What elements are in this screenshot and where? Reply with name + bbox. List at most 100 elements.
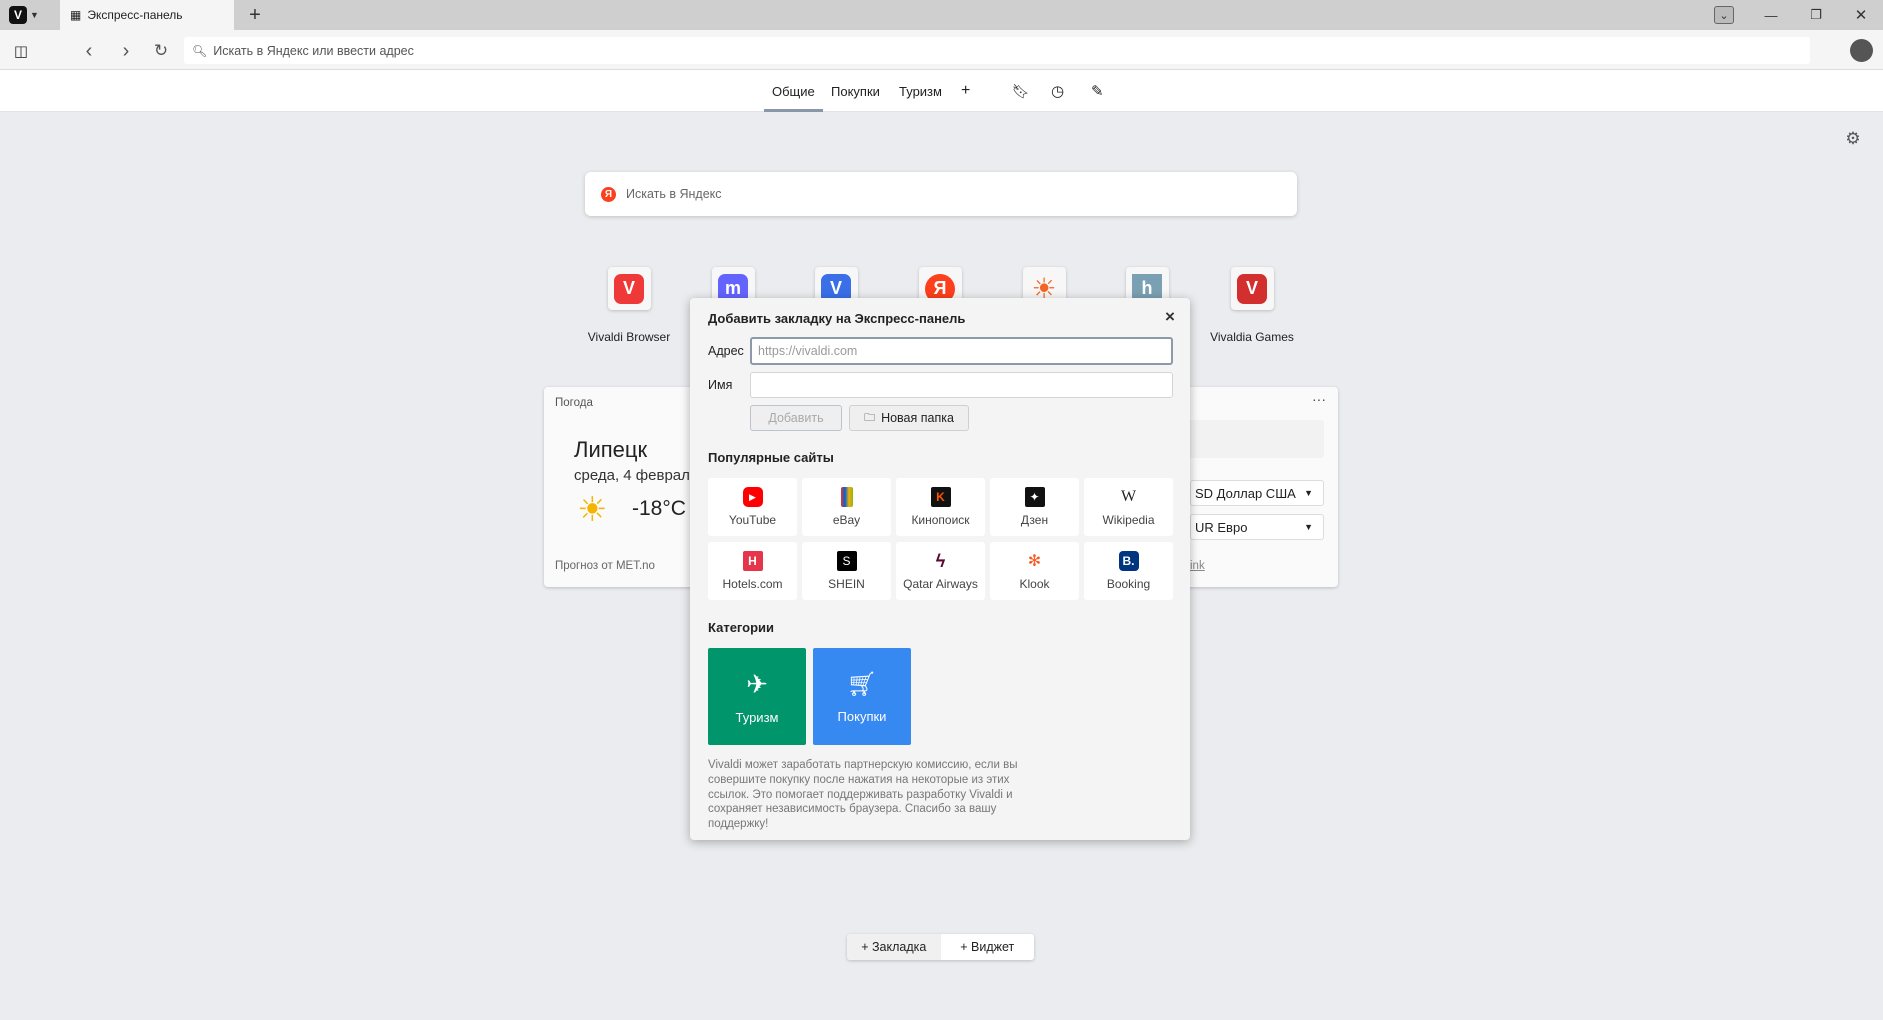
name-input[interactable] xyxy=(750,372,1173,398)
minimize-icon[interactable]: — xyxy=(1760,4,1782,26)
tab-label: Туризм xyxy=(899,83,942,99)
weather-temp: -18°C xyxy=(632,497,686,520)
site-youtube[interactable]: ▶ YouTube xyxy=(708,478,797,536)
vivaldi-icon: V xyxy=(614,273,644,304)
button-label: Добавить xyxy=(768,411,824,425)
new-folder-button[interactable]: 🗀 Новая папка xyxy=(849,405,969,431)
site-dzen[interactable]: ✦ Дзен xyxy=(990,478,1079,536)
tab-list-icon[interactable]: ⌄ xyxy=(1714,6,1734,24)
category-tourism[interactable]: ✈︎ Туризм xyxy=(708,648,806,745)
address-placeholder: https://vivaldi.com xyxy=(758,344,858,358)
folder-icon: 🗀 xyxy=(864,411,876,424)
booking-icon: B. xyxy=(1118,551,1139,571)
address-label: Адрес xyxy=(708,344,744,358)
add-widget-button[interactable]: + Виджет xyxy=(940,934,1034,960)
add-bookmark-dialog: Добавить закладку на Экспресс-панель × А… xyxy=(690,298,1190,840)
search-placeholder: Искать в Яндекс xyxy=(626,187,722,201)
grid-icon: ▦ xyxy=(70,8,82,22)
search-icon: 🔍︎ xyxy=(192,43,208,58)
site-hotels[interactable]: H Hotels.com xyxy=(708,542,797,600)
site-klook[interactable]: ✻ Klook xyxy=(990,542,1079,600)
site-wikipedia[interactable]: W Wikipedia xyxy=(1084,478,1173,536)
site-label: Klook xyxy=(1019,577,1050,591)
select-value: SD Доллар США xyxy=(1195,485,1296,501)
site-booking[interactable]: B. Booking xyxy=(1084,542,1173,600)
kinopoisk-icon: K xyxy=(930,487,951,507)
category-label: Туризм xyxy=(735,709,779,725)
cart-icon: 🛒︎ xyxy=(846,670,878,698)
klook-icon: ✻ xyxy=(1027,553,1042,570)
site-label: eBay xyxy=(832,513,861,527)
button-label: Новая папка xyxy=(881,411,954,425)
currency-source-link[interactable]: ink xyxy=(1190,560,1205,572)
tab-label: Покупки xyxy=(831,83,880,99)
affiliate-disclaimer: Vivaldi может заработать партнерскую ком… xyxy=(708,759,1018,831)
notes-icon[interactable]: ✎ xyxy=(1091,70,1104,112)
site-kinopoisk[interactable]: K Кинопоиск xyxy=(896,478,985,536)
tab-general[interactable]: Общие xyxy=(772,70,815,112)
yandex-search-input[interactable]: Я Искать в Яндекс xyxy=(585,172,1297,216)
add-group-button[interactable]: + xyxy=(961,70,970,112)
settings-gear-icon[interactable]: ⚙ xyxy=(1842,128,1864,150)
site-label: Дзен xyxy=(1020,513,1049,527)
wikipedia-icon: W xyxy=(1120,488,1137,505)
profile-avatar-icon[interactable] xyxy=(1850,39,1873,62)
currency-to-select[interactable]: UR Евро ▼ xyxy=(1190,514,1324,540)
site-label: Qatar Airways xyxy=(903,577,978,591)
sun-icon: ☀ xyxy=(577,491,608,529)
bookmarks-icon[interactable]: 🔖︎ xyxy=(1012,70,1030,112)
popular-sites-grid: ▶ YouTube eBay K Кинопоиск ✦ Дзен W Wikipedi… xyxy=(708,478,1173,600)
speed-dial-vivaldi[interactable]: V Vivaldi Browser xyxy=(574,267,684,344)
dial-label: Vivaldi Browser xyxy=(587,330,671,344)
add-bookmark-button[interactable]: + Закладка xyxy=(847,934,941,960)
vivaldi-menu-button[interactable]: V ▼ xyxy=(8,5,40,25)
address-bar[interactable]: 🔍︎ Искать в Яндекс или ввести адрес xyxy=(184,37,1810,64)
address-placeholder: Искать в Яндекс или ввести адрес xyxy=(213,43,414,58)
back-icon[interactable]: ‹ xyxy=(78,40,100,62)
widget-title: Погода xyxy=(555,397,593,409)
name-label: Имя xyxy=(708,378,733,392)
dropdown-arrow-icon: ▼ xyxy=(1304,488,1313,498)
site-ebay[interactable]: eBay xyxy=(802,478,891,536)
site-shein[interactable]: S SHEIN xyxy=(802,542,891,600)
chevron-down-icon: ▼ xyxy=(30,10,39,20)
site-label: Кинопоиск xyxy=(911,513,970,527)
airplane-icon: ✈︎ xyxy=(746,668,768,699)
tab-shopping[interactable]: Покупки xyxy=(831,70,880,112)
site-label: SHEIN xyxy=(828,577,865,591)
currency-from-select[interactable]: SD Доллар США ▼ xyxy=(1190,480,1324,506)
hotels-icon: H xyxy=(742,551,763,571)
close-window-icon[interactable]: ✕ xyxy=(1850,4,1872,26)
add-button[interactable]: Добавить xyxy=(750,405,842,431)
new-tab-button[interactable]: + xyxy=(244,4,266,26)
weather-source: Прогноз от MET.no xyxy=(555,560,655,572)
history-icon[interactable]: ◷ xyxy=(1051,70,1064,112)
speed-dial-vivaldia-games[interactable]: V Vivaldia Games xyxy=(1197,267,1307,344)
tab-tourism[interactable]: Туризм xyxy=(899,70,942,112)
forward-icon[interactable]: › xyxy=(115,40,137,62)
tab-title: Экспресс-панель xyxy=(87,8,183,22)
weather-date: среда, 4 февраля xyxy=(574,467,699,484)
restore-icon[interactable]: ❐ xyxy=(1805,4,1827,26)
select-value: UR Евро xyxy=(1195,519,1248,535)
tab-speed-dial[interactable]: ▦ Экспресс-панель xyxy=(60,0,234,30)
close-dialog-button[interactable]: × xyxy=(1162,307,1178,326)
dropdown-arrow-icon: ▼ xyxy=(1304,522,1313,532)
site-label: Booking xyxy=(1106,577,1151,591)
category-shopping[interactable]: 🛒︎ Покупки xyxy=(813,648,911,745)
dial-label: Vivaldia Games xyxy=(1210,330,1294,344)
site-qatar-airways[interactable]: ϟ Qatar Airways xyxy=(896,542,985,600)
dialog-title: Добавить закладку на Экспресс-панель xyxy=(708,311,966,326)
address-input[interactable]: https://vivaldi.com xyxy=(750,337,1173,365)
reload-icon[interactable]: ↻ xyxy=(150,40,172,62)
category-label: Покупки xyxy=(837,708,887,724)
site-label: Wikipedia xyxy=(1102,513,1155,527)
weather-city: Липецк xyxy=(574,437,648,462)
dzen-icon: ✦ xyxy=(1024,487,1045,507)
qatar-airways-icon: ϟ xyxy=(935,550,946,571)
panel-toggle-icon[interactable]: ◫ xyxy=(10,40,32,62)
vivaldi-logo-icon: V xyxy=(9,6,28,24)
widget-menu-button[interactable]: ··· xyxy=(1312,391,1326,407)
tab-bar xyxy=(0,0,1883,30)
ebay-icon xyxy=(840,487,853,507)
